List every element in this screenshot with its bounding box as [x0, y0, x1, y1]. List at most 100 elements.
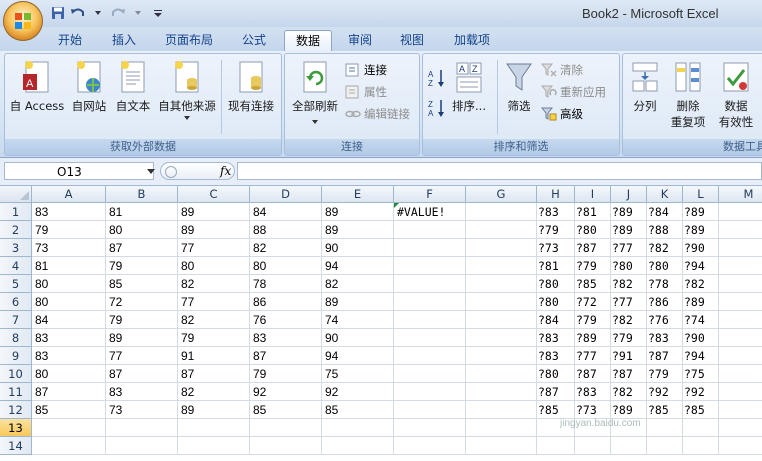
cell-b12[interactable]: 73	[106, 401, 178, 419]
tab-formulas[interactable]: 公式	[230, 30, 278, 51]
row-header-6[interactable]: 6	[0, 293, 32, 311]
cell-f6[interactable]	[394, 293, 466, 311]
cell-f1[interactable]: #VALUE!	[394, 203, 466, 221]
cell-b8[interactable]: 89	[106, 329, 178, 347]
name-box-dropdown-icon[interactable]	[147, 169, 155, 174]
cell-g10[interactable]	[466, 365, 537, 383]
column-header-l[interactable]: L	[683, 186, 719, 203]
cell-f13[interactable]	[394, 419, 466, 437]
cell-c11[interactable]: 82	[178, 383, 250, 401]
from-access-button[interactable]: A 自 Access	[9, 60, 65, 114]
cell-k8[interactable]: ?83	[647, 329, 683, 347]
cell-f3[interactable]	[394, 239, 466, 257]
cell-j12[interactable]: ?89	[611, 401, 647, 419]
cell-i3[interactable]: ?87	[575, 239, 611, 257]
row-header-9[interactable]: 9	[0, 347, 32, 365]
cell-m6[interactable]	[719, 293, 762, 311]
cell-k2[interactable]: ?88	[647, 221, 683, 239]
undo-dropdown-icon[interactable]	[90, 5, 106, 21]
cell-h5[interactable]: ?80	[537, 275, 575, 293]
properties-button[interactable]: 属性	[345, 84, 387, 100]
cell-a14[interactable]	[32, 437, 106, 455]
cell-g4[interactable]	[466, 257, 537, 275]
cell-l2[interactable]: ?89	[683, 221, 719, 239]
cell-g11[interactable]	[466, 383, 537, 401]
cell-f11[interactable]	[394, 383, 466, 401]
cell-h14[interactable]	[537, 437, 575, 455]
text-to-columns-button[interactable]: 分列	[627, 60, 663, 114]
cell-e7[interactable]: 74	[322, 311, 394, 329]
cell-e11[interactable]: 92	[322, 383, 394, 401]
cell-b4[interactable]: 79	[106, 257, 178, 275]
cell-g1[interactable]	[466, 203, 537, 221]
remove-duplicates-button[interactable]: 删除 重复项	[667, 60, 709, 130]
existing-connections-button[interactable]: 现有连接	[225, 60, 277, 114]
cell-j7[interactable]: ?82	[611, 311, 647, 329]
cell-h12[interactable]: ?85	[537, 401, 575, 419]
cell-h9[interactable]: ?83	[537, 347, 575, 365]
cell-h1[interactable]: ?83	[537, 203, 575, 221]
cell-h4[interactable]: ?81	[537, 257, 575, 275]
cell-d1[interactable]: 84	[250, 203, 322, 221]
cell-d5[interactable]: 78	[250, 275, 322, 293]
cell-c13[interactable]	[178, 419, 250, 437]
cell-a11[interactable]: 87	[32, 383, 106, 401]
cell-i7[interactable]: ?79	[575, 311, 611, 329]
cell-m10[interactable]	[719, 365, 762, 383]
cell-c7[interactable]: 82	[178, 311, 250, 329]
cell-m8[interactable]	[719, 329, 762, 347]
cell-d13[interactable]	[250, 419, 322, 437]
sort-descending-button[interactable]: Z A	[427, 98, 447, 121]
cell-a13[interactable]	[32, 419, 106, 437]
cell-e14[interactable]	[322, 437, 394, 455]
cell-f2[interactable]	[394, 221, 466, 239]
cell-a12[interactable]: 85	[32, 401, 106, 419]
cell-a8[interactable]: 83	[32, 329, 106, 347]
cell-g6[interactable]	[466, 293, 537, 311]
formula-input[interactable]	[237, 162, 762, 180]
select-all-button[interactable]	[0, 186, 32, 203]
cell-k13[interactable]	[647, 419, 683, 437]
redo-icon[interactable]	[110, 5, 126, 21]
cell-a1[interactable]: 83	[32, 203, 106, 221]
cell-l6[interactable]: ?89	[683, 293, 719, 311]
cell-b11[interactable]: 83	[106, 383, 178, 401]
cell-e10[interactable]: 75	[322, 365, 394, 383]
cell-k3[interactable]: ?82	[647, 239, 683, 257]
column-header-f[interactable]: F	[394, 186, 466, 203]
row-header-5[interactable]: 5	[0, 275, 32, 293]
cell-g12[interactable]	[466, 401, 537, 419]
column-header-c[interactable]: C	[178, 186, 250, 203]
cell-c10[interactable]: 87	[178, 365, 250, 383]
sort-ascending-button[interactable]: A Z	[427, 68, 447, 91]
refresh-all-button[interactable]: 全部刷新	[289, 60, 341, 124]
cell-j11[interactable]: ?82	[611, 383, 647, 401]
cell-c8[interactable]: 79	[178, 329, 250, 347]
cell-b3[interactable]: 87	[106, 239, 178, 257]
cell-f7[interactable]	[394, 311, 466, 329]
cell-i8[interactable]: ?89	[575, 329, 611, 347]
cell-e6[interactable]: 89	[322, 293, 394, 311]
tab-addins[interactable]: 加载项	[442, 30, 502, 51]
cell-a6[interactable]: 80	[32, 293, 106, 311]
cell-l3[interactable]: ?90	[683, 239, 719, 257]
connections-button[interactable]: 连接	[345, 62, 387, 78]
cell-h8[interactable]: ?83	[537, 329, 575, 347]
cell-g7[interactable]	[466, 311, 537, 329]
cell-l8[interactable]: ?90	[683, 329, 719, 347]
cell-c5[interactable]: 82	[178, 275, 250, 293]
cell-a4[interactable]: 81	[32, 257, 106, 275]
cell-c3[interactable]: 77	[178, 239, 250, 257]
from-other-sources-button[interactable]: 自其他来源	[155, 60, 219, 120]
cell-h7[interactable]: ?84	[537, 311, 575, 329]
column-header-i[interactable]: I	[575, 186, 611, 203]
cell-k4[interactable]: ?80	[647, 257, 683, 275]
row-header-13[interactable]: 13	[0, 419, 32, 437]
cell-f9[interactable]	[394, 347, 466, 365]
cell-k5[interactable]: ?78	[647, 275, 683, 293]
cell-m1[interactable]	[719, 203, 762, 221]
row-header-14[interactable]: 14	[0, 437, 32, 455]
cell-e5[interactable]: 82	[322, 275, 394, 293]
cell-f4[interactable]	[394, 257, 466, 275]
cell-d8[interactable]: 83	[250, 329, 322, 347]
